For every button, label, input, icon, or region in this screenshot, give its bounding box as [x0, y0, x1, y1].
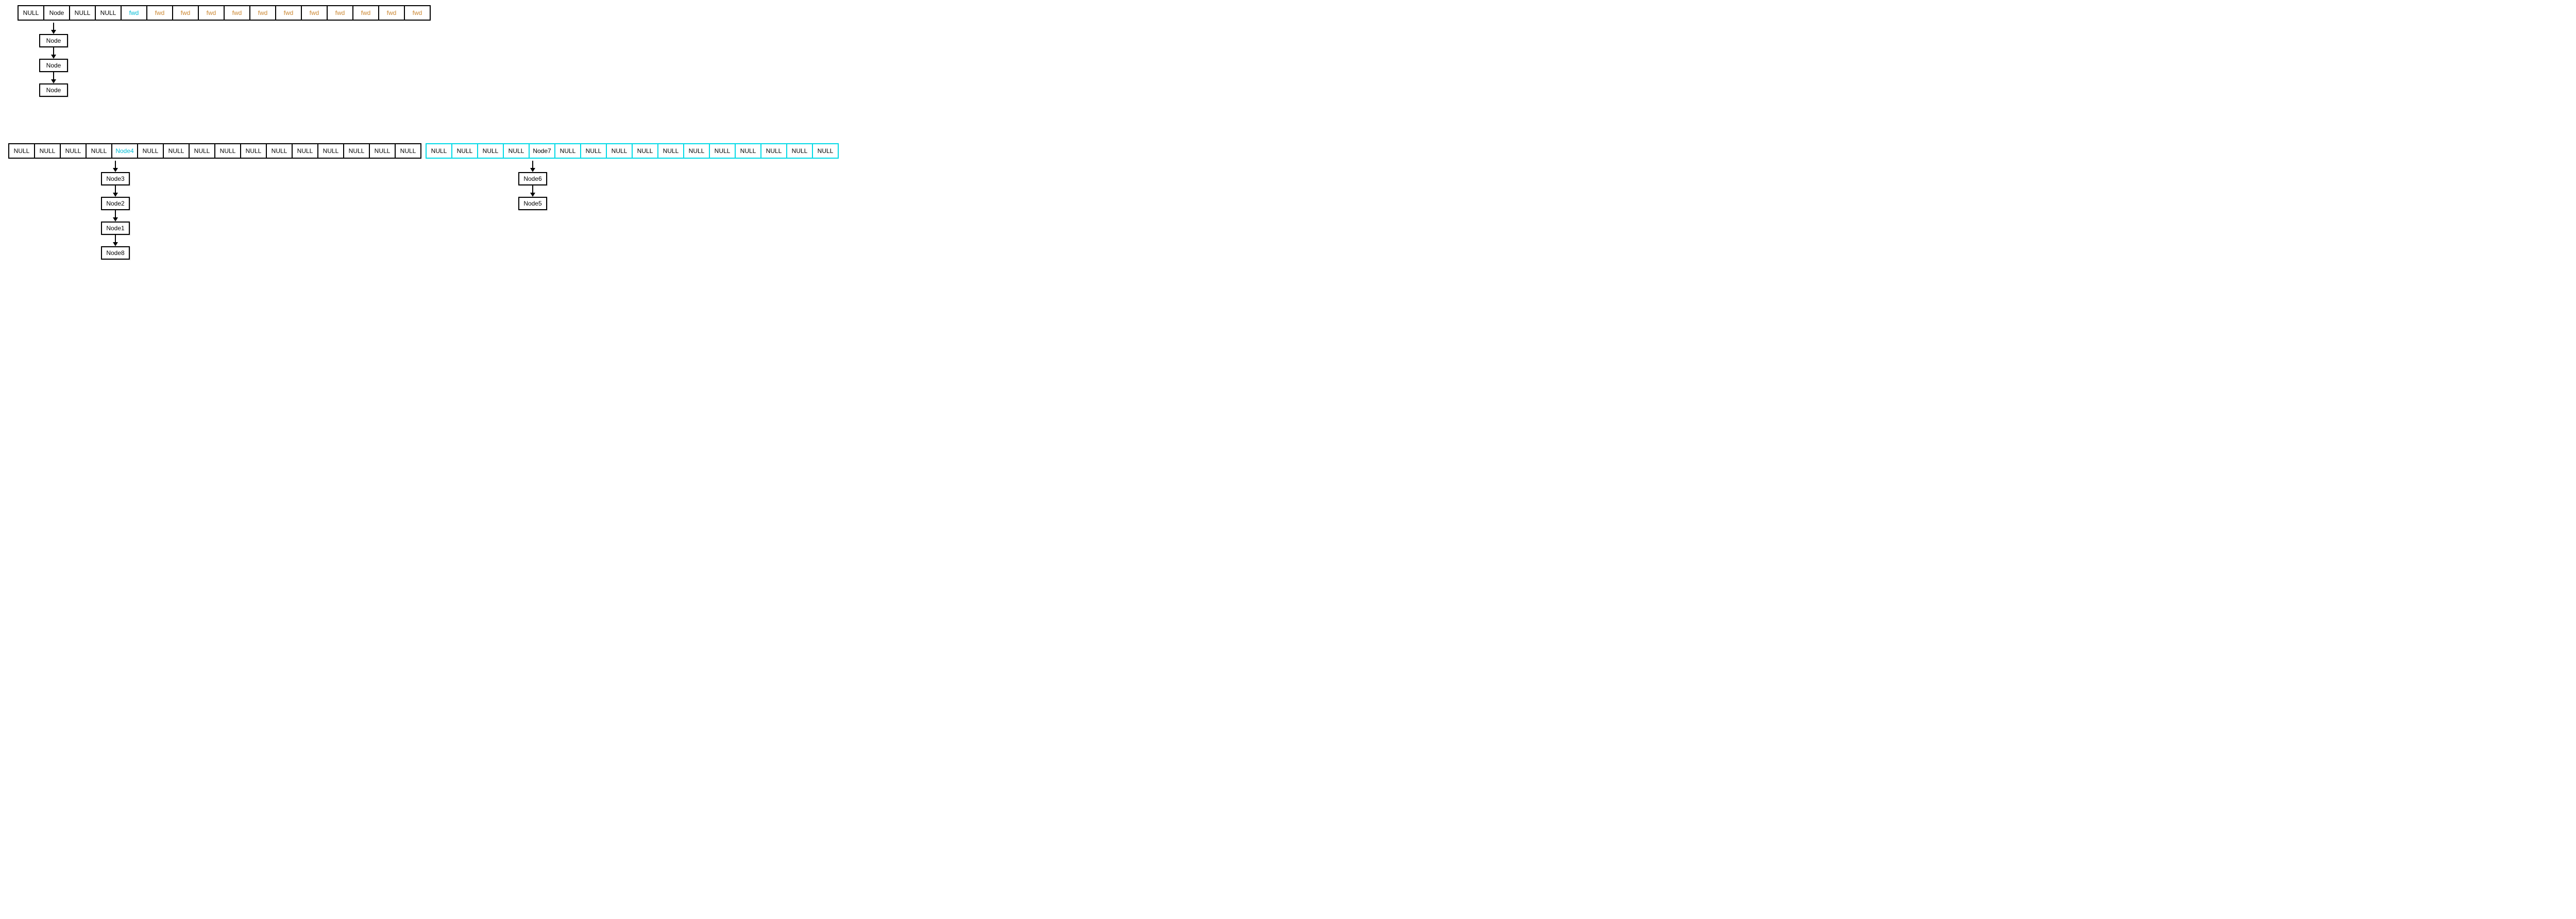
array-cell: fwd	[121, 5, 147, 21]
array-row: NULLNULLNULLNULLNode7NULLNULLNULLNULLNUL…	[426, 143, 838, 159]
array-cell: NULL	[580, 143, 607, 159]
linked-chain: Node Node Node	[41, 23, 66, 97]
chain-node: Node1	[101, 222, 130, 235]
arrow-down-icon	[112, 235, 119, 246]
linked-chain: Node3 Node2 Node1 Node8	[103, 161, 128, 260]
array-cell: fwd	[172, 5, 199, 21]
array-cell: NULL	[477, 143, 504, 159]
arrow-down-icon	[50, 72, 57, 83]
chain-node: Node	[39, 59, 68, 72]
array-cell: fwd	[404, 5, 431, 21]
array-cell: NULL	[554, 143, 581, 159]
array-cell: NULL	[786, 143, 813, 159]
array-block: NULLNULLNULLNULLNode7NULLNULLNULLNULLNUL…	[426, 143, 838, 210]
chain-node: Node	[39, 83, 68, 97]
array-cell: Node7	[529, 143, 555, 159]
array-cell: NULL	[395, 143, 421, 159]
arrow-down-icon	[50, 47, 57, 59]
array-cell: fwd	[275, 5, 302, 21]
array-cell: fwd	[249, 5, 276, 21]
array-cell: NULL	[709, 143, 736, 159]
chain-node: Node5	[518, 197, 547, 210]
array-cell: Node4	[111, 143, 138, 159]
array-cell: NULL	[240, 143, 267, 159]
array-cell: fwd	[224, 5, 250, 21]
diagram-1: NULLNodeNULLNULLfwdfwdfwdfwdfwdfwdfwdfwd…	[18, 5, 2571, 97]
array-cell: fwd	[146, 5, 173, 21]
array-cell: NULL	[632, 143, 658, 159]
array-cell: NULL	[343, 143, 370, 159]
array-cell: fwd	[198, 5, 225, 21]
linked-chain: Node6 Node5	[520, 161, 545, 210]
array-row: NULLNodeNULLNULLfwdfwdfwdfwdfwdfwdfwdfwd…	[18, 5, 2571, 21]
array-cell: Node	[43, 5, 70, 21]
array-cell: NULL	[317, 143, 344, 159]
array-cell: NULL	[189, 143, 215, 159]
chain-node: Node8	[101, 246, 130, 260]
array-cell: NULL	[735, 143, 761, 159]
array-cell: NULL	[95, 5, 122, 21]
array-cell: NULL	[86, 143, 112, 159]
arrow-down-icon	[112, 161, 119, 172]
array-cell: fwd	[327, 5, 353, 21]
array-cell: NULL	[503, 143, 530, 159]
array-cell: NULL	[34, 143, 61, 159]
chain-node: Node2	[101, 197, 130, 210]
array-cell: NULL	[657, 143, 684, 159]
array-cell: NULL	[292, 143, 318, 159]
array-cell: NULL	[266, 143, 293, 159]
array-cell: NULL	[60, 143, 87, 159]
array-cell: NULL	[18, 5, 44, 21]
arrow-down-icon	[112, 210, 119, 222]
array-cell: fwd	[301, 5, 328, 21]
array-cell: NULL	[812, 143, 839, 159]
array-cell: NULL	[214, 143, 241, 159]
array-cell: NULL	[369, 143, 396, 159]
array-row: NULLNULLNULLNULLNode4NULLNULLNULLNULLNUL…	[8, 143, 420, 159]
arrow-down-icon	[112, 185, 119, 197]
chain-node: Node6	[518, 172, 547, 185]
array-cell: fwd	[378, 5, 405, 21]
chain-node: Node	[39, 34, 68, 47]
arrow-down-icon	[529, 161, 536, 172]
array-cell: NULL	[8, 143, 35, 159]
array-block: NULLNULLNULLNULLNode4NULLNULLNULLNULLNUL…	[8, 143, 420, 260]
array-cell: NULL	[426, 143, 452, 159]
diagram-2: NULLNULLNULLNULLNode4NULLNULLNULLNULLNUL…	[8, 143, 2571, 260]
array-cell: NULL	[606, 143, 633, 159]
array-cell: NULL	[69, 5, 96, 21]
array-cell: NULL	[760, 143, 787, 159]
chain-node: Node3	[101, 172, 130, 185]
arrow-down-icon	[50, 23, 57, 34]
array-cell: NULL	[451, 143, 478, 159]
array-cell: NULL	[137, 143, 164, 159]
arrow-down-icon	[529, 185, 536, 197]
array-cell: NULL	[163, 143, 190, 159]
array-cell: fwd	[352, 5, 379, 21]
array-cell: NULL	[683, 143, 710, 159]
